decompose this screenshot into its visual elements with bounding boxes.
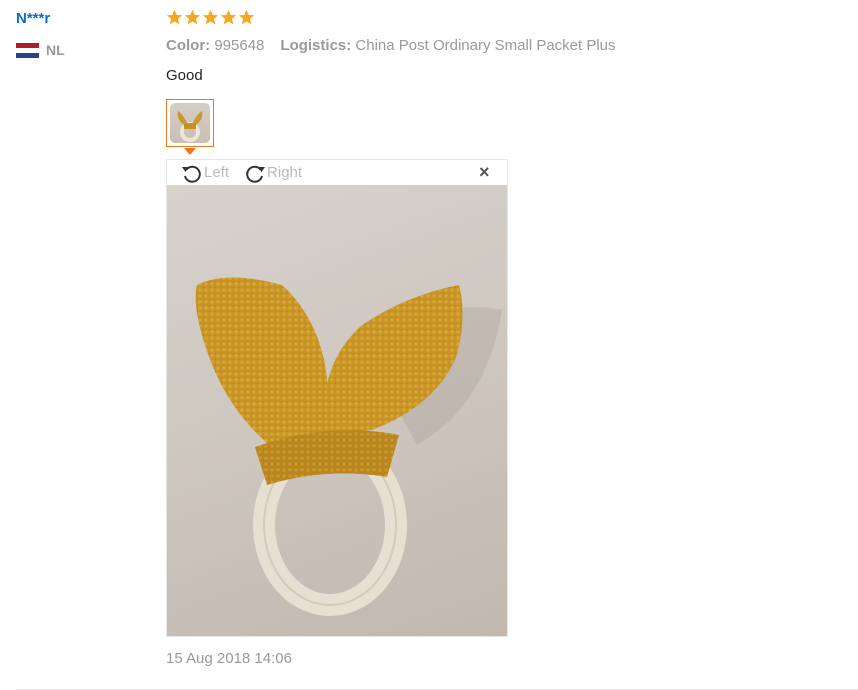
color-label: Color: bbox=[166, 37, 211, 54]
logistics-label: Logistics: bbox=[280, 37, 352, 54]
rotate-left-icon bbox=[182, 165, 201, 183]
review-photo bbox=[167, 185, 507, 636]
star-icon bbox=[166, 9, 183, 25]
crochet-toy-thumbnail-icon bbox=[177, 111, 203, 142]
thumbnail-image bbox=[170, 103, 210, 143]
review-photo-thumbnail[interactable] bbox=[166, 99, 214, 147]
order-info: Color: 995648 Logistics: China Post Ordi… bbox=[166, 37, 616, 54]
photo-viewer: Left Right × bbox=[166, 159, 508, 637]
netherlands-flag-icon bbox=[16, 42, 39, 58]
thumbnail-pointer bbox=[184, 148, 196, 155]
star-icon bbox=[202, 9, 219, 25]
rotate-left-label: Left bbox=[204, 164, 230, 181]
review-text: Good bbox=[166, 67, 203, 84]
crochet-bunny-ear-teether-image bbox=[195, 277, 502, 616]
star-icon bbox=[238, 9, 255, 25]
country-code: NL bbox=[46, 42, 65, 58]
logistics-info: Logistics: China Post Ordinary Small Pac… bbox=[280, 37, 615, 54]
logistics-value: China Post Ordinary Small Packet Plus bbox=[355, 37, 616, 54]
star-icon bbox=[220, 9, 237, 25]
reviewer-country: NL bbox=[16, 42, 65, 58]
color-info: Color: 995648 bbox=[166, 37, 264, 54]
rotate-right-button[interactable]: Right bbox=[243, 161, 302, 185]
review-date: 15 Aug 2018 14:06 bbox=[166, 650, 292, 667]
color-value: 995648 bbox=[214, 37, 265, 54]
star-rating bbox=[166, 9, 255, 26]
star-icon bbox=[184, 9, 201, 25]
rotate-right-label: Right bbox=[267, 164, 303, 181]
photo-viewer-toolbar: Left Right × bbox=[167, 160, 507, 185]
close-icon[interactable]: × bbox=[479, 163, 493, 181]
rotate-right-icon bbox=[246, 165, 266, 183]
reviewer-name[interactable]: N***r bbox=[16, 10, 50, 27]
rotate-left-button[interactable]: Left bbox=[180, 161, 229, 185]
